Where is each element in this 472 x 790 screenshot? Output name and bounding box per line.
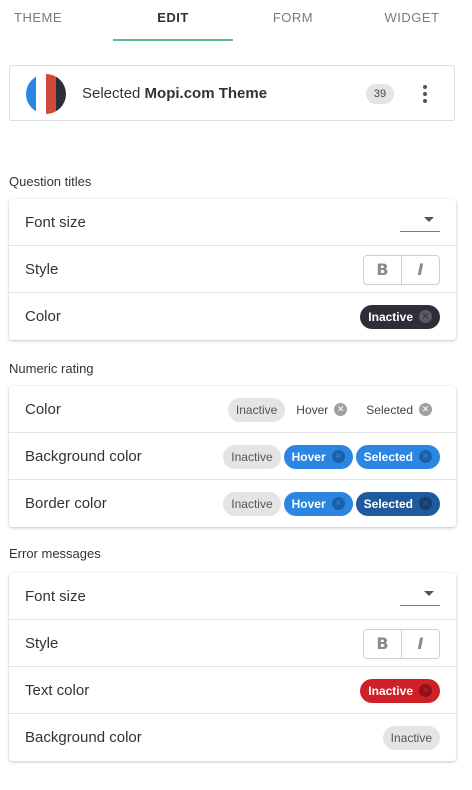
text-color-chip-inactive[interactable]: Inactive ✕: [360, 678, 440, 703]
color-row: Color Inactive ✕: [9, 293, 456, 340]
clear-icon[interactable]: ✕: [419, 684, 432, 697]
color-label: Color: [25, 308, 61, 325]
style-label: Style: [25, 261, 59, 278]
clear-icon[interactable]: ✕: [334, 403, 348, 416]
error-style-toggle-group: B I: [363, 628, 440, 659]
clear-icon[interactable]: ✕: [331, 497, 345, 510]
selected-prefix: Selected: [82, 85, 141, 102]
section-title-numeric-rating: Numeric rating: [9, 361, 94, 376]
tab-theme[interactable]: THEME: [0, 0, 76, 40]
clear-icon[interactable]: ✕: [419, 310, 432, 323]
error-font-size-row: Font size: [9, 573, 456, 620]
error-messages-card: Font size Style B I Text color Inactive ✕…: [9, 573, 456, 761]
chip-inactive[interactable]: Inactive: [223, 491, 281, 516]
numeric-color-row: Color Inactive Hover ✕ Selected ✕: [9, 386, 456, 433]
font-size-row: Font size: [9, 199, 456, 246]
tab-edit[interactable]: EDIT: [113, 0, 233, 41]
chip-hover[interactable]: Hover ✕: [288, 398, 355, 422]
error-style-row: Style B I: [9, 620, 456, 667]
clear-icon[interactable]: ✕: [419, 403, 432, 416]
tab-bar: THEME EDIT FORM WIDGET: [0, 0, 472, 41]
font-size-label: Font size: [25, 214, 86, 231]
numeric-background-row: Background color Inactive Hover ✕ Selecte…: [9, 433, 456, 480]
chip-hover[interactable]: Hover ✕: [283, 491, 353, 516]
chip-selected[interactable]: Selected ✕: [355, 444, 440, 469]
font-size-select[interactable]: [400, 207, 440, 232]
tab-widget[interactable]: WIDGET: [370, 0, 454, 40]
error-text-color-row: Text color Inactive ✕: [9, 667, 456, 714]
chip-selected[interactable]: Selected ✕: [355, 491, 440, 516]
numeric-border-label: Border color: [25, 495, 107, 512]
tab-form[interactable]: FORM: [233, 0, 353, 40]
section-title-question-titles: Question titles: [9, 174, 92, 189]
numeric-rating-card: Color Inactive Hover ✕ Selected ✕ Backgrou…: [9, 386, 456, 527]
error-font-size-label: Font size: [25, 588, 86, 605]
color-chip-inactive[interactable]: Inactive ✕: [360, 304, 440, 329]
background-chip-inactive[interactable]: Inactive: [382, 725, 440, 750]
numeric-border-row: Border color Inactive Hover ✕ Selected ✕: [9, 480, 456, 527]
more-options-icon[interactable]: [418, 84, 432, 104]
italic-button[interactable]: I: [401, 255, 439, 284]
error-font-size-select[interactable]: [400, 581, 440, 606]
theme-count-badge: 39: [366, 84, 394, 104]
error-background-row: Background color Inactive: [9, 714, 456, 761]
theme-flag-icon: [26, 74, 66, 114]
clear-icon[interactable]: ✕: [331, 450, 345, 463]
error-style-label: Style: [25, 635, 59, 652]
error-text-color-label: Text color: [25, 682, 90, 699]
section-title-error-messages: Error messages: [9, 546, 101, 561]
theme-name: Mopi.com Theme: [144, 85, 268, 102]
numeric-background-label: Background color: [25, 448, 142, 465]
numeric-color-label: Color: [25, 401, 61, 418]
bold-button[interactable]: B: [364, 630, 401, 658]
chip-hover[interactable]: Hover ✕: [283, 444, 353, 469]
error-background-label: Background color: [25, 729, 142, 746]
chip-selected[interactable]: Selected ✕: [358, 398, 440, 422]
clear-icon[interactable]: ✕: [419, 450, 432, 463]
chip-inactive[interactable]: Inactive: [223, 444, 281, 469]
clear-icon[interactable]: ✕: [419, 497, 432, 510]
italic-button[interactable]: I: [401, 629, 439, 658]
selected-theme-card[interactable]: Selected Mopi.com Theme 39: [9, 65, 455, 121]
question-titles-card: Font size Style B I Color Inactive ✕: [9, 199, 456, 340]
bold-button[interactable]: B: [364, 256, 401, 284]
selected-theme-label: Selected Mopi.com Theme: [82, 66, 267, 122]
chip-inactive[interactable]: Inactive: [227, 397, 286, 422]
style-row: Style B I: [9, 246, 456, 293]
style-toggle-group: B I: [363, 254, 440, 285]
